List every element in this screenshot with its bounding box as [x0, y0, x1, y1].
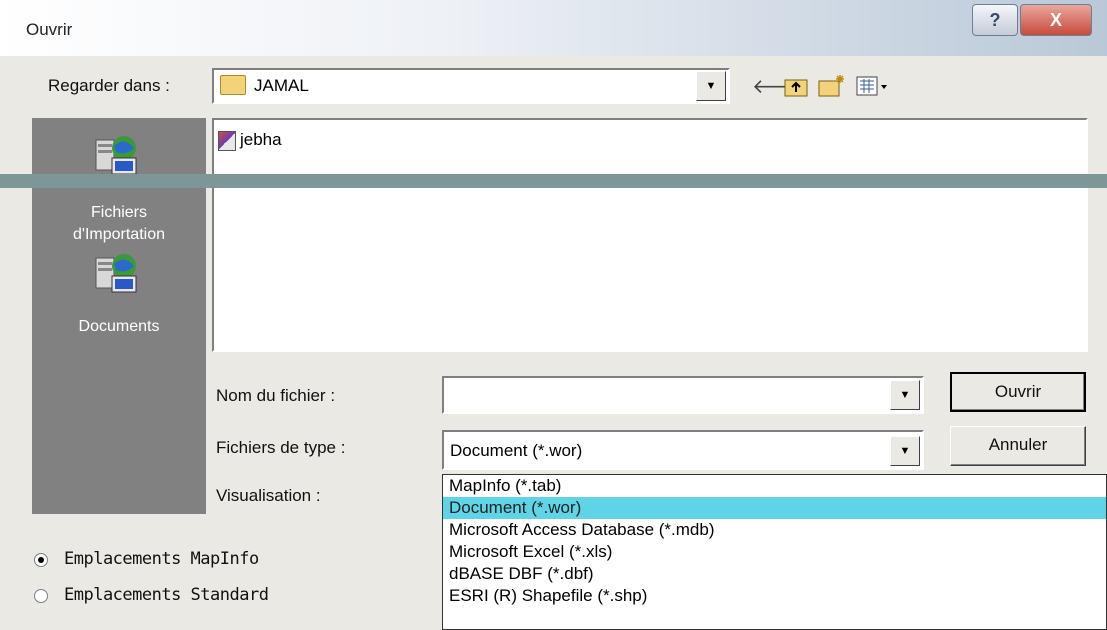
- lookin-label: Regarder dans :: [48, 76, 170, 95]
- filename-input[interactable]: ▼: [442, 376, 924, 414]
- lookin-combo[interactable]: JAMAL ▼: [212, 68, 730, 104]
- network-computer-icon: [95, 254, 137, 293]
- dropdown-option[interactable]: ESRI (R) Shapefile (*.shp): [443, 585, 1106, 607]
- filetype-value: Document (*.wor): [450, 441, 583, 460]
- workspace-file-icon: [218, 130, 236, 151]
- preview-label: Visualisation :: [216, 486, 321, 505]
- file-item[interactable]: jebha: [218, 130, 282, 151]
- new-folder-icon[interactable]: [818, 74, 846, 104]
- chevron-down-icon: ▼: [899, 389, 911, 401]
- place-label-line2: d'Importation: [73, 226, 165, 243]
- dropdown-option[interactable]: MapInfo (*.tab): [443, 475, 1106, 497]
- lookin-value: JAMAL: [254, 76, 309, 95]
- lookin-dropdown-button[interactable]: ▼: [696, 71, 726, 101]
- filetype-dropdown-button[interactable]: ▼: [890, 436, 920, 466]
- help-button[interactable]: ?: [972, 4, 1018, 36]
- filename-dropdown-button[interactable]: ▼: [890, 380, 920, 410]
- folder-icon: [220, 75, 246, 95]
- open-button[interactable]: Ouvrir: [950, 372, 1086, 412]
- mapinfo-locations-radio[interactable]: [34, 553, 48, 567]
- chevron-down-icon: ▼: [705, 80, 717, 92]
- standard-locations-radio[interactable]: [34, 589, 48, 603]
- chevron-down-icon: ▼: [899, 445, 911, 457]
- filetype-dropdown-list[interactable]: MapInfo (*.tab) Document (*.wor) Microso…: [442, 474, 1107, 630]
- filetype-select[interactable]: Document (*.wor) ▼: [442, 430, 924, 470]
- mapinfo-locations-label[interactable]: Emplacements MapInfo: [64, 549, 259, 569]
- dropdown-option[interactable]: dBASE DBF (*.dbf): [443, 563, 1106, 585]
- up-folder-icon[interactable]: [784, 76, 808, 104]
- file-name: jebha: [240, 130, 282, 149]
- dropdown-option-selected[interactable]: Document (*.wor): [443, 497, 1106, 519]
- view-menu-icon[interactable]: [856, 76, 890, 104]
- file-list[interactable]: jebha: [212, 118, 1088, 352]
- window-title: Ouvrir: [26, 20, 73, 39]
- dropdown-option[interactable]: Microsoft Access Database (*.mdb): [443, 519, 1106, 541]
- filetype-label: Fichiers de type :: [216, 438, 346, 457]
- standard-locations-label[interactable]: Emplacements Standard: [64, 585, 269, 605]
- close-button[interactable]: X: [1020, 4, 1092, 36]
- dropdown-option[interactable]: Microsoft Excel (*.xls): [443, 541, 1106, 563]
- cancel-button[interactable]: Annuler: [950, 426, 1086, 466]
- place-label-line1: Fichiers: [90, 204, 147, 221]
- open-dialog: Ouvrir ? X Regarder dans : JAMAL ▼ 🡐 Fic…: [0, 0, 1107, 630]
- close-icon: X: [1049, 10, 1062, 30]
- filename-label: Nom du fichier :: [216, 386, 336, 405]
- title-bar[interactable]: Ouvrir ? X: [0, 0, 1107, 56]
- help-icon: ?: [989, 10, 1001, 30]
- overlay-bar: [0, 174, 1107, 188]
- place-label: Documents: [78, 318, 160, 335]
